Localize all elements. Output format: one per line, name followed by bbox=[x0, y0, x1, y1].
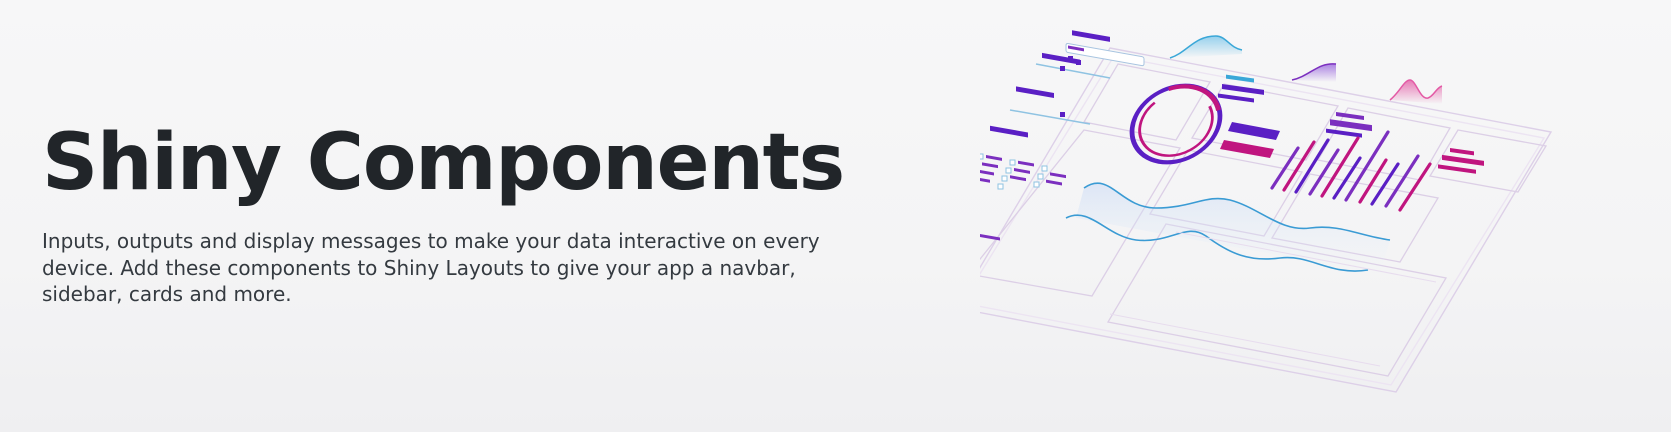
wave-chart bbox=[1065, 182, 1391, 274]
hero-text: Shiny Components Inputs, outputs and dis… bbox=[42, 118, 922, 308]
page-title: Shiny Components bbox=[42, 118, 845, 208]
value-boxes bbox=[1220, 122, 1280, 158]
donut-chart bbox=[1129, 83, 1223, 165]
page-description: Inputs, outputs and display messages to … bbox=[42, 229, 820, 306]
hero-section: Shiny Components Inputs, outputs and dis… bbox=[0, 0, 1671, 432]
dashboard-isometric-illustration bbox=[980, 30, 1553, 393]
